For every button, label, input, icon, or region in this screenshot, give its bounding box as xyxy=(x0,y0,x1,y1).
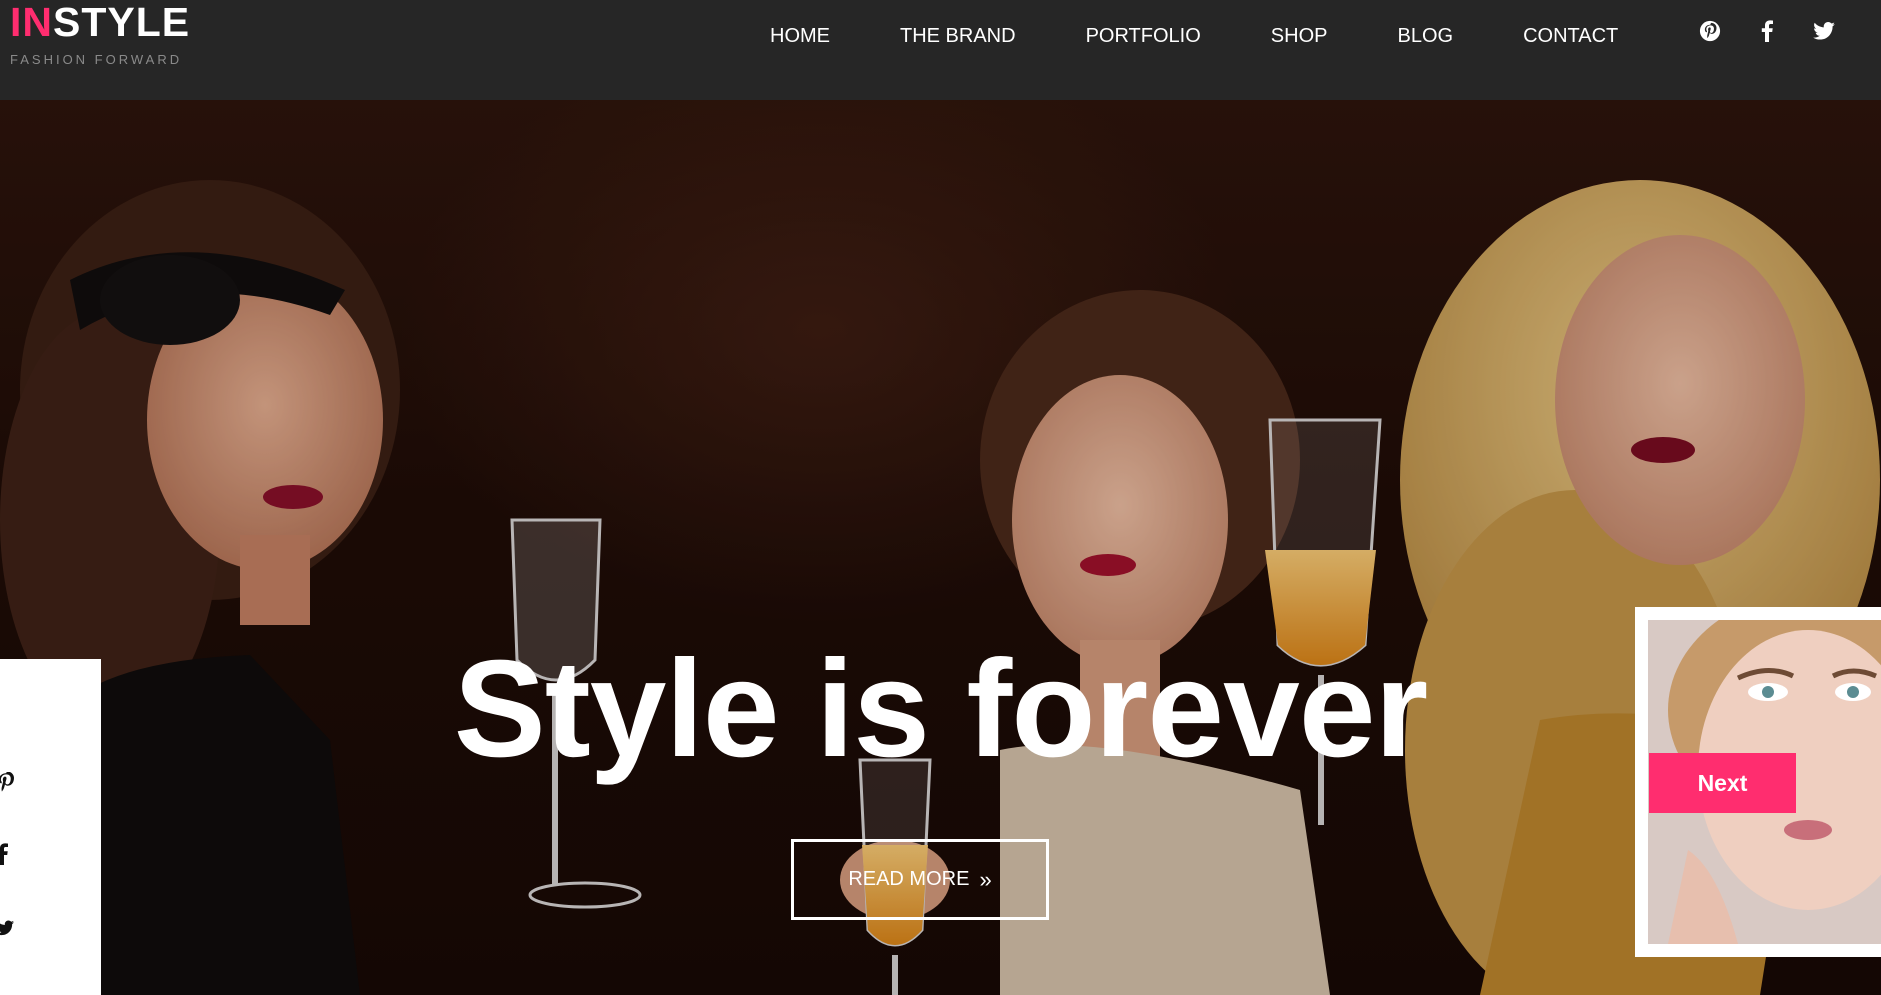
facebook-icon[interactable] xyxy=(1761,20,1773,42)
nav-item-the-brand[interactable]: THE BRAND xyxy=(900,22,1016,50)
site-tagline: FASHION FORWARD xyxy=(10,52,183,67)
double-chevron-right-icon: » xyxy=(979,866,992,892)
pinterest-icon[interactable] xyxy=(0,772,16,792)
hero-slider: Style is forever READ MORE » xyxy=(0,100,1881,995)
read-more-button[interactable]: READ MORE » xyxy=(791,839,1049,920)
twitter-icon[interactable] xyxy=(1813,22,1835,40)
site-logo[interactable]: INSTYLE xyxy=(10,2,190,43)
pinterest-icon[interactable] xyxy=(1699,20,1721,42)
nav-item-shop[interactable]: SHOP xyxy=(1271,22,1328,50)
twitter-icon[interactable] xyxy=(0,920,14,936)
main-nav: HOME THE BRAND PORTFOLIO SHOP BLOG CONTA… xyxy=(770,22,1618,50)
nav-item-home[interactable]: HOME xyxy=(770,22,830,50)
site-header: INSTYLE FASHION FORWARD HOME THE BRAND P… xyxy=(0,0,1881,100)
side-social-panel xyxy=(0,659,101,995)
nav-item-portfolio[interactable]: PORTFOLIO xyxy=(1086,22,1201,50)
logo-main-text: STYLE xyxy=(53,0,191,45)
nav-item-blog[interactable]: BLOG xyxy=(1397,22,1453,50)
read-more-label: READ MORE xyxy=(848,868,970,890)
nav-item-contact[interactable]: CONTACT xyxy=(1523,22,1618,50)
hero-title: Style is forever xyxy=(453,632,1429,786)
logo-accent-text: IN xyxy=(10,0,53,45)
header-social-links xyxy=(1699,20,1835,42)
facebook-icon[interactable] xyxy=(0,843,8,865)
next-slide-button[interactable]: Next xyxy=(1649,753,1796,813)
